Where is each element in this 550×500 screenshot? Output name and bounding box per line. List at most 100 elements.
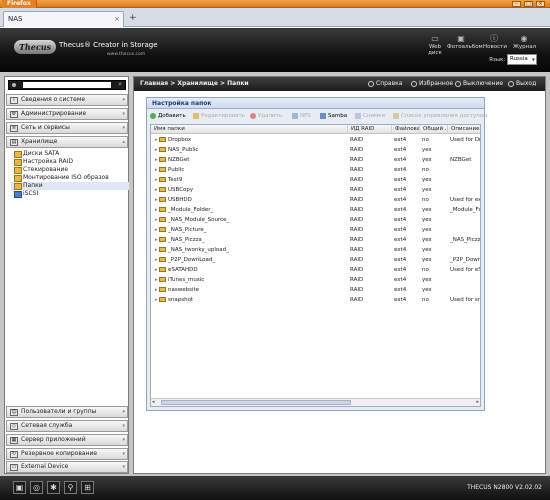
- table-row[interactable]: ▸_P2P_DownLoad_RAID ext4 yes _P2P_DownLo: [151, 255, 480, 265]
- table-row[interactable]: ▸_Module_Folder_RAID ext4 yes _Module_Fold: [151, 205, 480, 215]
- web-disk-button[interactable]: ▭ Web диск: [424, 34, 446, 56]
- chevron-down-icon: ▾: [122, 125, 125, 131]
- folder-name: Public: [168, 167, 185, 173]
- sidebar-item-stacking[interactable]: Стекирование: [11, 166, 129, 174]
- storage-tree: Диски SATA Настройка RAID Стекирование М…: [11, 150, 129, 198]
- sidebar-section-storage[interactable]: ▤ Хранилище ▴: [6, 136, 128, 148]
- logout-link[interactable]: Выход: [508, 77, 536, 91]
- edit-button[interactable]: Редактировать: [193, 111, 245, 122]
- close-window-icon[interactable]: ×: [536, 1, 545, 7]
- add-button[interactable]: Добавить: [150, 111, 186, 122]
- scroll-left-icon[interactable]: ◂: [152, 399, 155, 405]
- search-dot-icon: [12, 83, 16, 87]
- sidebar-item-iscsi[interactable]: iSCSI: [11, 190, 129, 198]
- favorites-label: Избранное: [419, 80, 454, 87]
- power-icon: [455, 80, 461, 87]
- folder-name-cell: ▸ naswebsite: [151, 285, 347, 295]
- search-input[interactable]: [23, 82, 111, 88]
- table-row[interactable]: ▸ Public RAID ext4 no: [151, 165, 480, 175]
- sidebar-section-external-device[interactable]: ▭ External Device ▾: [6, 461, 128, 473]
- firefox-menu-button[interactable]: Firefox: [2, 0, 37, 8]
- folder-name: iTunes_music: [168, 277, 205, 283]
- scrollbar-thumb[interactable]: [161, 400, 351, 405]
- delete-icon: [250, 112, 256, 119]
- website-text: www.thecus.com: [107, 52, 146, 57]
- sidebar-section-network-service[interactable]: ◇ Сетевая служба ▾: [6, 420, 128, 432]
- minimize-icon[interactable]: –: [512, 1, 521, 7]
- sidebar-section-system-info[interactable]: i Сведения о системе ▾: [6, 94, 128, 106]
- public-cell: yes: [422, 157, 432, 163]
- folder-name: _Module_Folder_: [168, 207, 214, 213]
- news-button[interactable]: ⓘ Новости: [483, 34, 507, 50]
- help-link[interactable]: Справка: [368, 77, 402, 91]
- app-server-icon: ▦: [10, 437, 18, 444]
- favorites-link[interactable]: Избранное: [411, 77, 453, 91]
- table-row[interactable]: ▸ _NAS_Picture_ RAID ext4 yes: [151, 225, 480, 235]
- sidebar-section-administration[interactable]: ⚙ Администрирование ▾: [6, 108, 128, 120]
- snapshots-button[interactable]: Снимки: [355, 111, 385, 122]
- table-row[interactable]: ▸ iTunes_music RAID ext4 yes: [151, 275, 480, 285]
- delete-button[interactable]: Удалить: [250, 111, 282, 122]
- raid-id-cell: RAID: [350, 177, 364, 183]
- column-header-fs[interactable]: Файлова...: [391, 125, 419, 134]
- new-tab-button[interactable]: +: [129, 13, 137, 23]
- sidebar-section-network[interactable]: ≡ Сеть и сервисы ▾: [6, 122, 128, 134]
- filesystem-cell: ext4: [394, 147, 407, 153]
- maximize-icon[interactable]: □: [524, 1, 533, 7]
- sidebar-item-sata-disks[interactable]: Диски SATA: [11, 150, 129, 158]
- acl-button[interactable]: Список управления доступом: [393, 111, 487, 122]
- table-row[interactable]: ▸ _NAS_Module_Source_ RAID ext4 yes: [151, 215, 480, 225]
- sidebar-item-iso-mount[interactable]: Монтирование ISO образов: [11, 174, 129, 182]
- nfs-button[interactable]: NFS: [292, 111, 311, 122]
- description-cell: Used for Drop: [450, 137, 481, 143]
- chevron-down-icon: ▾: [122, 409, 125, 415]
- column-header-public[interactable]: Общий ...: [419, 125, 447, 134]
- public-cell: no: [422, 297, 429, 303]
- sidebar-item-raid[interactable]: Настройка RAID: [11, 158, 129, 166]
- column-header-raid[interactable]: ИД RAID: [347, 125, 391, 134]
- table-row[interactable]: ▸USBHDDRAID ext4 no Used for exte: [151, 195, 481, 205]
- column-header-name[interactable]: Имя папки: [151, 125, 347, 134]
- log-button[interactable]: ◉ Журнал: [513, 34, 537, 50]
- table-row[interactable]: ▸ NZBGet RAID ext4 yes NZBGet: [151, 155, 480, 165]
- browser-tab[interactable]: NAS ×: [3, 11, 124, 27]
- description-cell: Used for exte: [450, 197, 481, 203]
- table-row[interactable]: ▸ NAS_Public RAID ext4 yes: [151, 145, 480, 155]
- horizontal-scrollbar[interactable]: ◂ ▸: [151, 398, 480, 406]
- sidebar-section-backup[interactable]: ↻ Резервное копирование ▾: [6, 448, 128, 460]
- raid-id-cell: RAID: [350, 167, 364, 173]
- log-label: Журнал: [513, 44, 537, 50]
- network-status-icon[interactable]: ⊞: [81, 481, 94, 494]
- sidebar-item-folders[interactable]: Папки: [11, 182, 129, 190]
- folder-name: _NAS_Piczza_: [168, 237, 205, 243]
- language-select[interactable]: Russia: [507, 54, 537, 65]
- table-row[interactable]: ▸ USBCopy RAID ext4 yes: [151, 185, 480, 195]
- filesystem-cell: ext4: [394, 237, 407, 243]
- table-row[interactable]: ▸ naswebsite RAID ext4 yes: [151, 285, 480, 295]
- shutdown-link[interactable]: Выключение: [455, 77, 503, 91]
- table-row[interactable]: ▸ _NAS_twonky_upload_ RAID ext4 yes: [151, 245, 480, 255]
- table-row[interactable]: ▸ _NAS_Piczza_ RAID ext4 yes _NAS_Piczza: [151, 235, 480, 245]
- table-row[interactable]: ▸eSATAHDDRAID ext4 no Used for eSA: [151, 265, 480, 275]
- folder-name: Test9: [168, 177, 183, 183]
- folder-icon: [159, 277, 166, 282]
- fan-icon[interactable]: ✱: [47, 481, 60, 494]
- sidebar-section-users[interactable]: ☺ Пользователи и группы ▾: [6, 406, 128, 418]
- samba-button[interactable]: Samba: [320, 111, 347, 122]
- folder-icon: [159, 297, 166, 302]
- folder-name: _NAS_Picture_: [168, 227, 207, 233]
- column-header-description[interactable]: Описание: [447, 125, 480, 134]
- sidebar-section-app-server[interactable]: ▦ Сервер приложений ▾: [6, 434, 128, 446]
- scroll-right-icon[interactable]: ▸: [476, 399, 479, 405]
- usb-icon[interactable]: ⚲: [64, 481, 77, 494]
- search-icon[interactable]: ⌕: [118, 80, 122, 89]
- description-cell: NZBGet: [450, 157, 472, 163]
- table-row[interactable]: ▸ Test9 RAID ext4 yes: [151, 175, 480, 185]
- tab-close-icon[interactable]: ×: [114, 12, 120, 26]
- table-row[interactable]: ▸snapshotRAID ext4 no Used for sna: [151, 295, 480, 305]
- photo-album-button[interactable]: ▣ Фотоальбом: [447, 34, 483, 50]
- disk-icon[interactable]: ◎: [30, 481, 43, 494]
- folder-name-cell: ▸ USBHDD: [151, 195, 347, 205]
- table-row[interactable]: ▸DropboxRAID ext4 no Used for Drop: [151, 135, 481, 145]
- monitor-icon[interactable]: ▣: [13, 481, 26, 494]
